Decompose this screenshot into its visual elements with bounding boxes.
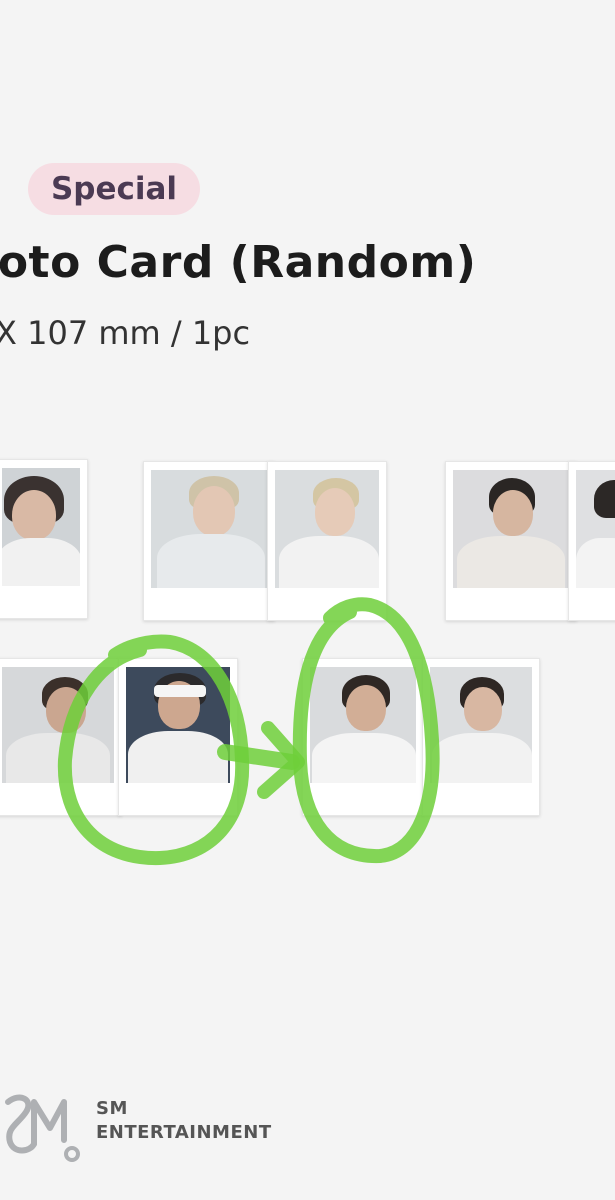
photo-card-circled (302, 658, 424, 816)
photo-card-image (430, 667, 532, 783)
photo-card-image (2, 468, 80, 586)
photo-card (0, 658, 122, 816)
photo-card-image (310, 667, 416, 783)
product-detail-page: Special hoto Card (Random) X 107 mm / 1p… (0, 0, 615, 1200)
arrow-head-icon (257, 721, 305, 799)
photo-card (143, 461, 275, 621)
photo-card (0, 459, 88, 619)
sm-logo-icon (5, 1094, 80, 1162)
photo-card-image (453, 470, 569, 588)
brand-line-1: SM (96, 1098, 128, 1119)
photo-card (568, 461, 615, 621)
photo-card-image (2, 667, 114, 783)
brand-line-2: ENTERTAINMENT (96, 1122, 272, 1143)
photo-card-image (576, 470, 615, 588)
photo-card-image (126, 667, 230, 783)
photo-card (422, 658, 540, 816)
photo-card-circled (118, 658, 238, 816)
brand-name: SM ENTERTAINMENT (96, 1097, 272, 1145)
product-title: hoto Card (Random) (0, 237, 477, 288)
photo-card-image (151, 470, 267, 588)
special-badge: Special (28, 163, 200, 215)
photo-card-image (275, 470, 379, 588)
product-spec: X 107 mm / 1pc (0, 314, 251, 352)
photo-card (445, 461, 577, 621)
photo-card (267, 461, 387, 621)
